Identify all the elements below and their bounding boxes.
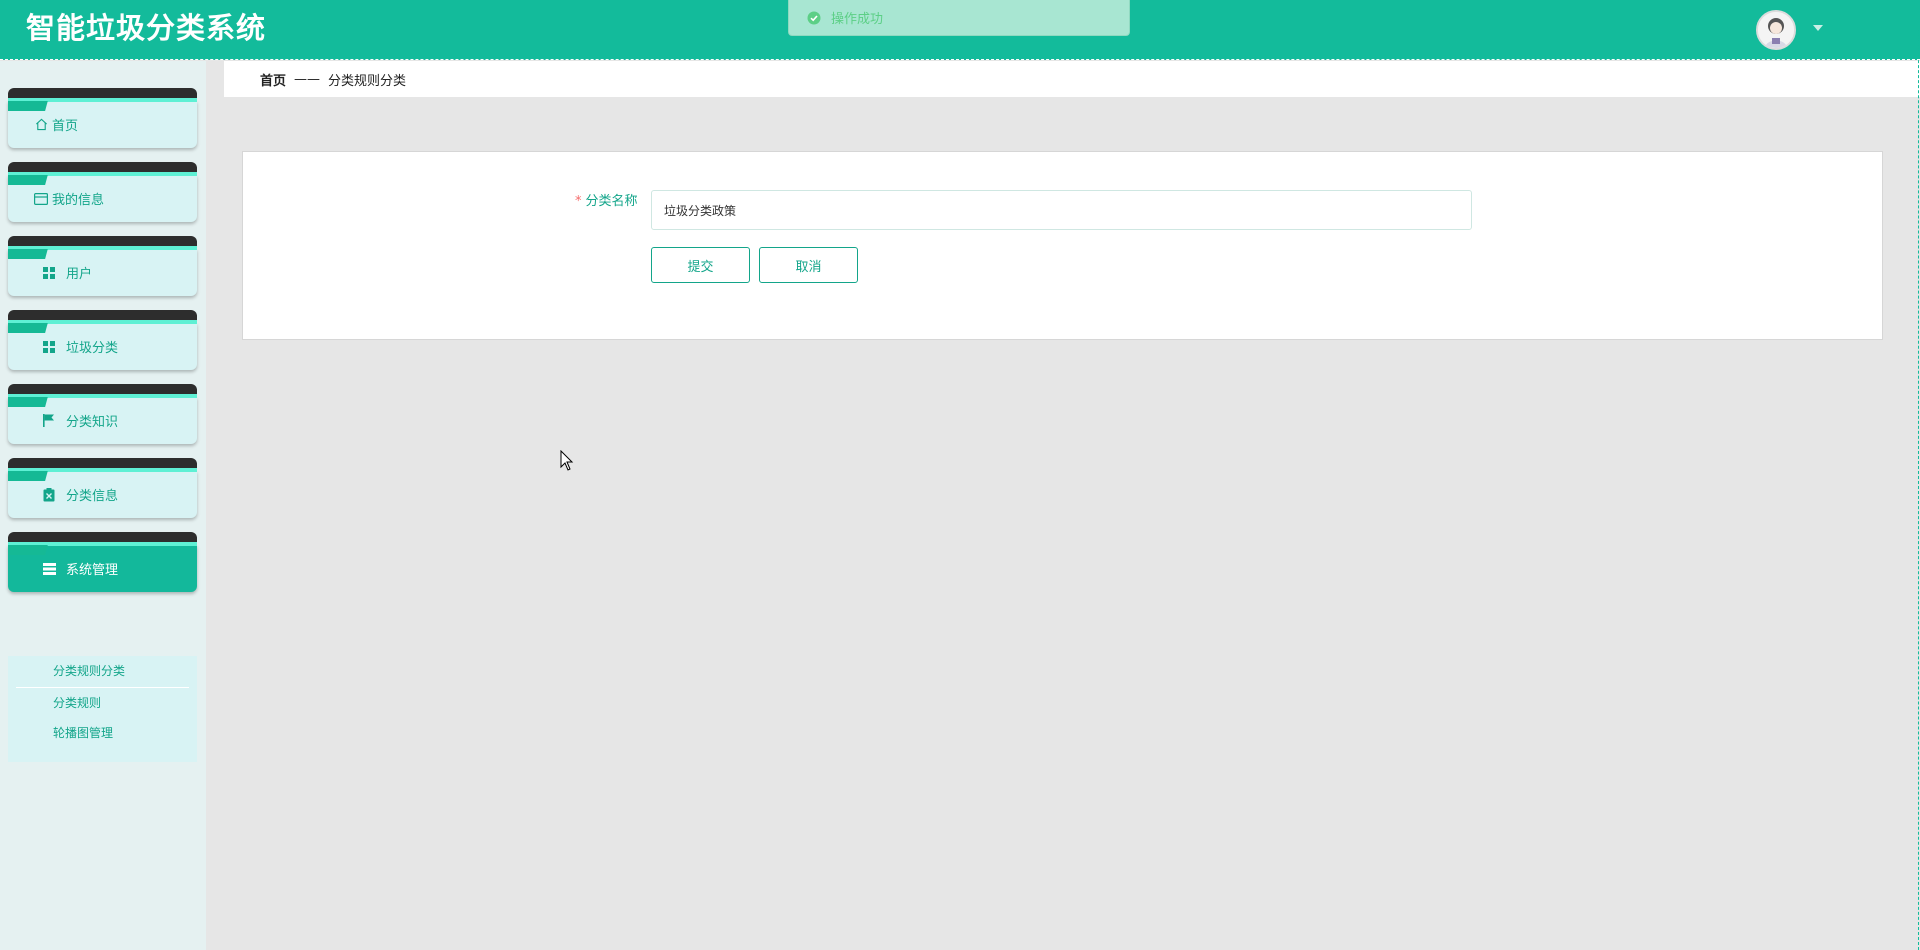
category-name-input[interactable]	[651, 190, 1472, 230]
grid-icon	[42, 340, 56, 354]
sidebar-item-home[interactable]: 首页	[8, 88, 197, 148]
breadcrumb-current: 分类规则分类	[328, 73, 407, 89]
breadcrumb-home[interactable]: 首页	[260, 70, 286, 89]
home-icon	[34, 118, 48, 132]
submit-button[interactable]: 提交	[651, 247, 750, 283]
sidebar-item-label: 用户	[66, 267, 93, 282]
sidebar-item-label: 垃圾分类	[66, 341, 119, 356]
breadcrumb-separator: ——	[294, 71, 321, 87]
sidebar-item-users[interactable]: 用户	[8, 236, 197, 296]
success-toast: 操作成功	[788, 0, 1130, 36]
submenu-item-carousel[interactable]: 轮播图管理	[8, 718, 197, 748]
clipboard-icon	[42, 487, 56, 502]
flag-icon	[42, 414, 56, 428]
list-icon	[42, 562, 56, 576]
sidebar-item-label: 系统管理	[66, 563, 119, 578]
user-avatar[interactable]	[1756, 10, 1796, 50]
submenu-item-rules[interactable]: 分类规则	[8, 688, 197, 718]
sidebar-item-category-knowledge[interactable]: 分类知识	[8, 384, 197, 444]
caret-down-icon[interactable]	[1810, 20, 1826, 36]
cancel-button[interactable]: 取消	[759, 247, 858, 283]
sidebar-item-garbage-category[interactable]: 垃圾分类	[8, 310, 197, 370]
mouse-cursor-icon	[560, 449, 574, 472]
sidebar-item-label: 首页	[52, 119, 79, 134]
toast-message: 操作成功	[831, 12, 884, 27]
avatar-icon	[1758, 12, 1794, 48]
sidebar-item-label: 我的信息	[52, 193, 105, 208]
breadcrumb: 首页 —— 分类规则分类	[224, 61, 1920, 97]
field-label-text: 分类名称	[585, 194, 638, 209]
sidebar-item-category-info[interactable]: 分类信息	[8, 458, 197, 518]
sidebar-item-label: 分类信息	[66, 489, 119, 504]
sidebar-item-label: 分类知识	[66, 415, 119, 430]
grid-icon	[42, 266, 56, 280]
card-icon	[34, 192, 48, 206]
required-mark: *	[575, 194, 582, 209]
sidebar-item-system-management[interactable]: 系统管理	[8, 532, 197, 592]
form-card: *分类名称 提交 取消	[242, 151, 1883, 340]
sidebar-item-my-info[interactable]: 我的信息	[8, 162, 197, 222]
app-title: 智能垃圾分类系统	[26, 11, 267, 45]
check-circle-icon	[807, 11, 821, 25]
sidebar: 首页 我的信息 用户 垃圾分类 分类知识 分类信息 系统管理 分类规则分类 分类…	[0, 61, 206, 950]
system-management-submenu: 分类规则分类 分类规则 轮播图管理	[8, 656, 197, 762]
submenu-item-rule-category[interactable]: 分类规则分类	[8, 656, 197, 686]
